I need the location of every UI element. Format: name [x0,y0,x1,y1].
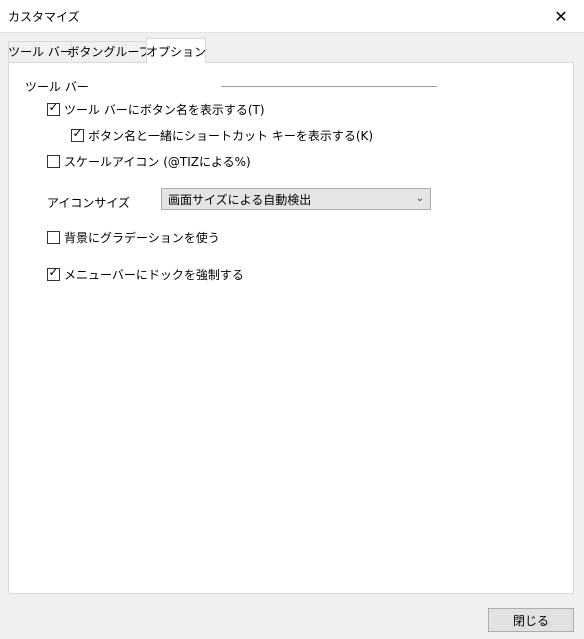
tab-options[interactable]: オプション [146,38,206,63]
window-title: カスタマイズ [8,10,80,24]
scale-icons-label: スケールアイコン (@TIZによる%) [64,154,251,169]
check-icon: ✓ [48,264,59,279]
show-shortcut-keys-option[interactable]: ✓ ボタン名と一緒にショートカット キーを表示する(K) [71,125,374,143]
gradient-option[interactable]: 背景にグラデーションを使う [47,229,220,245]
scale-icons-option[interactable]: スケールアイコン (@TIZによる%) [47,153,251,169]
chevron-down-icon: ⌄ [415,193,424,204]
icon-size-label: アイコンサイズ [47,196,131,210]
close-icon[interactable]: ✕ [538,0,584,32]
group-divider [221,86,437,87]
show-shortcut-keys-label: ボタン名と一緒にショートカット キーを表示する(K) [88,128,374,143]
options-panel: ツール バー ✓ ツール バーにボタン名を表示する(T) ✓ ボタン名と一緒にシ… [8,62,574,594]
toolbar-group-label: ツール バー [25,80,89,94]
gradient-checkbox[interactable] [47,230,60,244]
icon-size-select[interactable]: 画面サイズによる自動検出 ⌄ [161,188,431,210]
show-button-names-label: ツール バーにボタン名を表示する(T) [64,102,265,117]
icon-size-value: 画面サイズによる自動検出 [168,192,312,207]
show-shortcut-keys-checkbox[interactable]: ✓ [71,125,84,142]
dock-menu-label: メニューバーにドックを強制する [64,267,244,282]
check-icon: ✓ [48,99,59,114]
dock-menu-checkbox[interactable]: ✓ [47,264,60,281]
show-button-names-checkbox[interactable]: ✓ [47,99,60,116]
tab-button-group[interactable]: ボタングループ [67,41,151,61]
gradient-label: 背景にグラデーションを使う [64,230,220,245]
check-icon: ✓ [72,125,83,140]
dock-menu-option[interactable]: ✓ メニューバーにドックを強制する [47,264,244,282]
title-bar: カスタマイズ ✕ [0,0,584,33]
scale-icons-checkbox[interactable] [47,154,60,168]
close-button[interactable]: 閉じる [488,608,574,632]
show-button-names-option[interactable]: ✓ ツール バーにボタン名を表示する(T) [47,99,265,117]
tab-toolbar[interactable]: ツール バー [8,41,72,61]
